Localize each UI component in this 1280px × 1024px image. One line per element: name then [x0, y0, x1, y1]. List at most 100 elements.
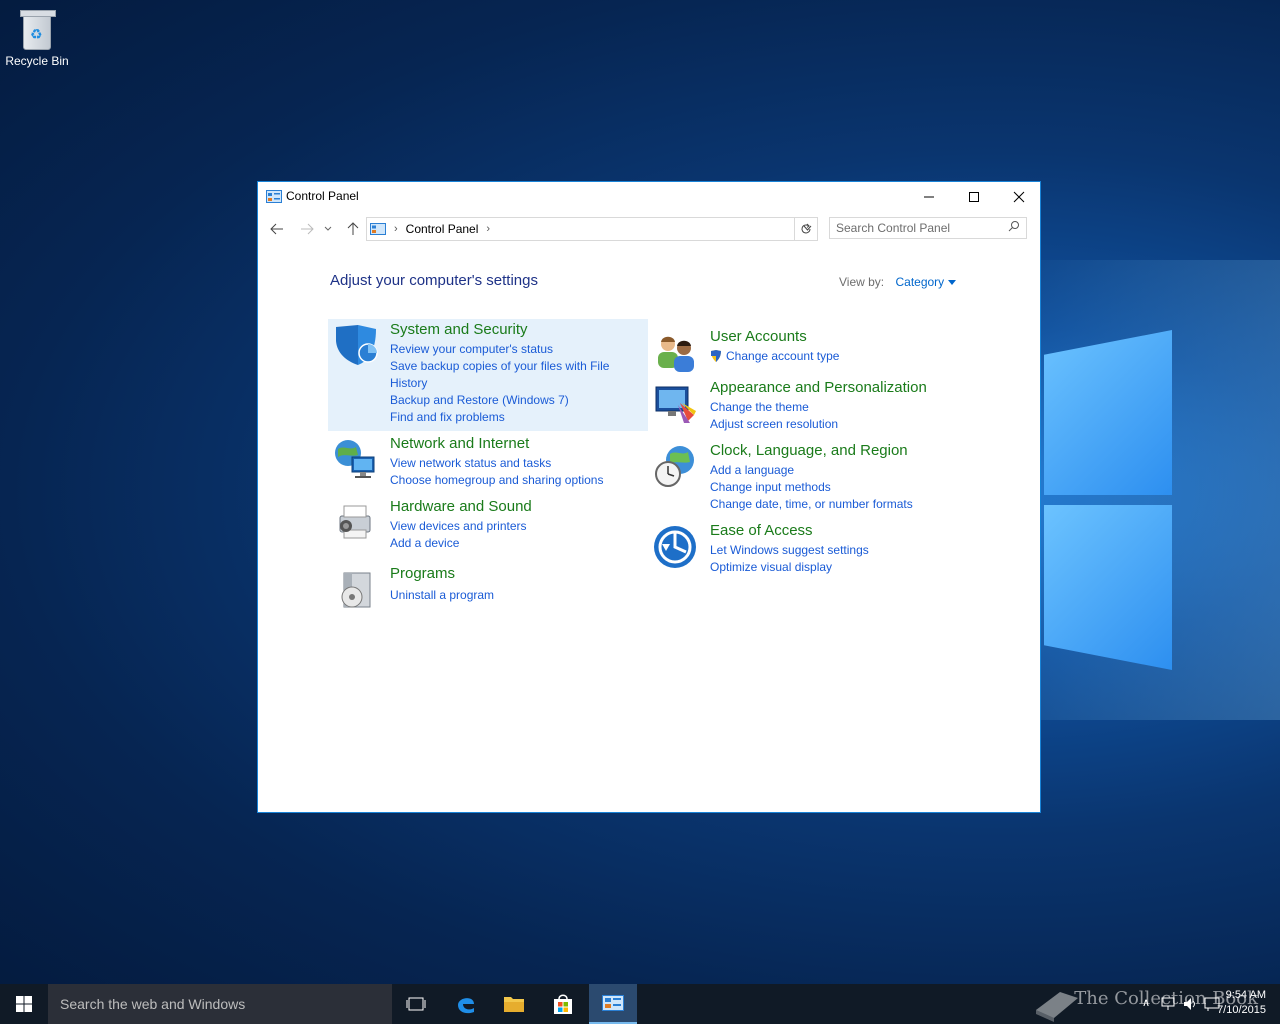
recent-locations-button[interactable]: [321, 219, 335, 239]
users-icon: [658, 336, 694, 372]
control-panel-taskbar-button[interactable]: [589, 984, 637, 1024]
edge-icon: [458, 998, 474, 1014]
control-panel-icon: [602, 995, 624, 1011]
page-heading: Adjust your computer's settings: [330, 272, 538, 289]
clock-date: 7/10/2015: [1217, 1004, 1266, 1016]
link-find-fix-problems[interactable]: Find and fix problems: [390, 409, 640, 426]
link-file-history[interactable]: Save backup copies of your files with Fi…: [390, 358, 640, 392]
volume-icon[interactable]: [1182, 996, 1198, 1012]
system-tray: The Collection Book ∧ 9:54 AM 7/10/2015: [1020, 984, 1280, 1024]
network-globe-icon: [335, 440, 375, 478]
recycle-bin-label: Recycle Bin: [5, 54, 69, 68]
maximize-icon: [968, 192, 979, 202]
category-network-internet[interactable]: Network and Internet View network status…: [328, 433, 648, 489]
category-clock-language-region[interactable]: Clock, Language, and Region Add a langua…: [648, 440, 968, 512]
search-placeholder: Search Control Panel: [836, 221, 951, 235]
link-change-theme[interactable]: Change the theme: [710, 399, 960, 416]
back-button[interactable]: [267, 219, 287, 239]
appearance-monitor-icon: [655, 386, 696, 423]
task-view-button[interactable]: [392, 984, 440, 1024]
forward-button[interactable]: [297, 219, 317, 239]
category-hardware-sound[interactable]: Hardware and Sound View devices and prin…: [328, 496, 648, 552]
category-user-accounts[interactable]: User Accounts Change account type: [648, 326, 968, 372]
clock-globe-icon: [655, 446, 694, 487]
taskbar-clock[interactable]: 9:54 AM 7/10/2015: [1217, 988, 1266, 1018]
view-by-dropdown[interactable]: Category: [895, 275, 957, 289]
link-optimize-visual-display[interactable]: Optimize visual display: [710, 559, 960, 576]
taskbar-search-placeholder: Search the web and Windows: [60, 996, 246, 1012]
category-system-security[interactable]: System and Security Review your computer…: [328, 319, 648, 431]
category-title[interactable]: Hardware and Sound: [390, 498, 532, 515]
refresh-button[interactable]: [794, 217, 818, 241]
file-explorer-button[interactable]: [490, 984, 538, 1024]
link-network-status[interactable]: View network status and tasks: [390, 455, 640, 472]
link-homegroup[interactable]: Choose homegroup and sharing options: [390, 472, 640, 489]
minimize-icon: [923, 196, 934, 198]
programs-disc-icon: [341, 572, 371, 608]
category-ease-of-access[interactable]: Ease of Access Let Windows suggest setti…: [648, 520, 968, 576]
view-by-value: Category: [895, 275, 945, 289]
windows-start-icon: [16, 996, 32, 1012]
link-screen-resolution[interactable]: Adjust screen resolution: [710, 416, 960, 433]
breadcrumb-separator-icon[interactable]: ›: [486, 223, 490, 235]
address-row: › Control Panel › Search Control Panel: [258, 212, 1040, 246]
search-input[interactable]: Search Control Panel: [829, 217, 1027, 239]
category-title[interactable]: System and Security: [390, 321, 528, 338]
link-date-time-formats[interactable]: Change date, time, or number formats: [710, 496, 960, 513]
maximize-button[interactable]: [951, 182, 996, 212]
link-review-status[interactable]: Review your computer's status: [390, 341, 640, 358]
up-button[interactable]: [343, 219, 363, 239]
minimize-button[interactable]: [906, 182, 951, 212]
store-button[interactable]: [539, 984, 587, 1024]
address-bar[interactable]: › Control Panel ›: [366, 217, 818, 241]
printer-speaker-icon: [339, 505, 371, 539]
chevron-down-icon: [324, 226, 332, 231]
category-appearance[interactable]: Appearance and Personalization Change th…: [648, 377, 968, 433]
back-arrow-icon: [270, 223, 283, 235]
show-hidden-icons-chevron-icon[interactable]: ∧: [1142, 996, 1150, 1009]
breadcrumb-separator-icon: ›: [394, 223, 398, 235]
link-input-methods[interactable]: Change input methods: [710, 479, 960, 496]
link-uninstall-program[interactable]: Uninstall a program: [390, 587, 640, 604]
link-add-device[interactable]: Add a device: [390, 535, 640, 552]
start-button[interactable]: [0, 984, 48, 1024]
folder-icon: [504, 997, 524, 1012]
link-devices-printers[interactable]: View devices and printers: [390, 518, 640, 535]
caret-down-icon: [948, 280, 957, 286]
windows-logo-wallpaper: [1044, 300, 1172, 670]
category-title[interactable]: Ease of Access: [710, 522, 813, 539]
control-panel-icon: [370, 223, 386, 235]
view-by: View by: Category: [839, 275, 957, 289]
link-backup-restore[interactable]: Backup and Restore (Windows 7): [390, 392, 640, 409]
control-panel-window: Control Panel › Control Panel › Search C…: [257, 181, 1041, 813]
uac-shield-icon: [711, 350, 721, 362]
category-programs[interactable]: Programs Uninstall a program: [328, 563, 648, 608]
edge-browser-button[interactable]: [442, 984, 490, 1024]
window-title: Control Panel: [286, 189, 359, 203]
category-title[interactable]: Clock, Language, and Region: [710, 442, 908, 459]
link-add-language[interactable]: Add a language: [710, 462, 960, 479]
link-text: Change account type: [726, 349, 840, 363]
title-bar[interactable]: Control Panel: [258, 182, 1040, 212]
search-icon[interactable]: [1008, 220, 1020, 235]
ease-of-access-icon: [654, 526, 696, 568]
recycle-bin-icon: ♻: [20, 10, 56, 50]
taskbar: Search the web and Windows The Collectio…: [0, 984, 1280, 1024]
link-windows-suggest-settings[interactable]: Let Windows suggest settings: [710, 542, 960, 559]
close-button[interactable]: [996, 182, 1041, 212]
control-panel-icon: [266, 190, 282, 203]
clock-time: 9:54 AM: [1225, 989, 1266, 1001]
link-change-account-type[interactable]: Change account type: [710, 348, 960, 365]
category-title[interactable]: Programs: [390, 565, 455, 582]
network-icon[interactable]: [1160, 996, 1176, 1012]
breadcrumb-control-panel[interactable]: Control Panel: [406, 222, 479, 236]
category-title[interactable]: User Accounts: [710, 328, 807, 345]
shield-icon: [336, 325, 378, 365]
taskbar-search-box[interactable]: Search the web and Windows: [48, 984, 392, 1024]
category-title[interactable]: Network and Internet: [390, 435, 529, 452]
task-view-icon: [406, 997, 426, 1011]
refresh-icon: [801, 223, 811, 234]
store-bag-icon: [554, 994, 572, 1014]
recycle-bin-desktop-icon[interactable]: ♻ Recycle Bin: [4, 6, 70, 68]
category-title[interactable]: Appearance and Personalization: [710, 379, 927, 396]
